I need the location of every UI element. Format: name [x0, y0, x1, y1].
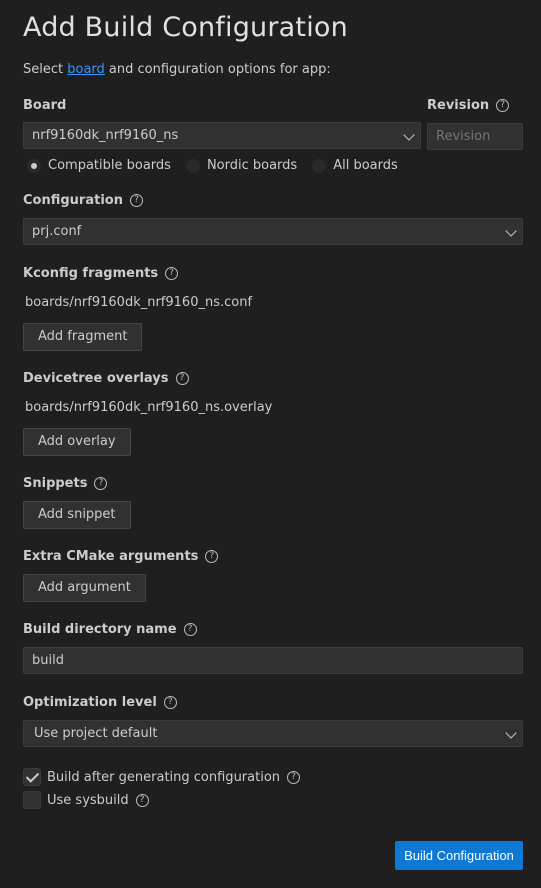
- devicetree-label-text: Devicetree overlays: [23, 371, 169, 386]
- cmake-args-label-text: Extra CMake arguments: [23, 549, 199, 564]
- radio-label: All boards: [333, 158, 398, 173]
- devicetree-label: Devicetree overlays ?: [23, 371, 189, 386]
- page-title: Add Build Configuration: [23, 12, 348, 43]
- kconfig-fragment-item: boards/nrf9160dk_nrf9160_ns.conf: [25, 295, 253, 310]
- radio-button-selected[interactable]: [27, 158, 41, 173]
- snippets-label-text: Snippets: [23, 476, 88, 491]
- build-dir-label: Build directory name ?: [23, 622, 197, 637]
- build-dir-input[interactable]: build: [23, 647, 523, 674]
- board-filter-radio-group: Compatible boards Nordic boards All boar…: [27, 158, 398, 173]
- radio-nordic-boards[interactable]: Nordic boards: [185, 158, 298, 173]
- revision-input[interactable]: [427, 123, 523, 150]
- kconfig-label-text: Kconfig fragments: [23, 266, 159, 281]
- question-circle-icon[interactable]: ?: [287, 770, 301, 784]
- radio-button[interactable]: [312, 158, 327, 173]
- board-label-text: Board: [23, 98, 67, 113]
- configuration-label: Configuration ?: [23, 193, 143, 208]
- question-circle-icon[interactable]: ?: [175, 372, 189, 385]
- radio-label: Compatible boards: [48, 158, 171, 173]
- devicetree-overlay-item: boards/nrf9160dk_nrf9160_ns.overlay: [25, 400, 273, 415]
- revision-label-text: Revision: [427, 98, 490, 113]
- question-circle-icon[interactable]: ?: [135, 793, 149, 807]
- radio-button[interactable]: [185, 158, 200, 173]
- subtitle-prefix: Select: [23, 62, 68, 77]
- board-select[interactable]: nrf9160dk_nrf9160_ns: [23, 122, 421, 149]
- question-circle-icon[interactable]: ?: [496, 99, 510, 112]
- build-dir-label-text: Build directory name: [23, 622, 177, 637]
- board-select-value: nrf9160dk_nrf9160_ns: [32, 128, 179, 143]
- build-after-label-text: Build after generating configuration: [47, 769, 281, 785]
- board-label: Board: [23, 98, 66, 113]
- revision-label: Revision ?: [427, 98, 510, 113]
- cmake-args-label: Extra CMake arguments ?: [23, 549, 219, 564]
- radio-compatible-boards[interactable]: Compatible boards: [27, 158, 171, 173]
- configuration-label-text: Configuration: [23, 193, 123, 208]
- question-circle-icon[interactable]: ?: [183, 623, 197, 636]
- chevron-down-icon: [403, 129, 415, 141]
- optimization-select[interactable]: Use project default: [23, 720, 523, 747]
- configuration-select[interactable]: prj.conf: [23, 218, 523, 245]
- configuration-select-value: prj.conf: [32, 224, 82, 239]
- question-circle-icon[interactable]: ?: [163, 696, 177, 709]
- build-after-option[interactable]: Build after generating configuration ?: [23, 768, 301, 786]
- checkmark-icon[interactable]: [23, 768, 41, 786]
- build-configuration-button[interactable]: Build Configuration: [395, 841, 523, 870]
- page-subtitle: Select board and configuration options f…: [23, 62, 331, 77]
- add-snippet-button[interactable]: Add snippet: [23, 501, 131, 529]
- question-circle-icon[interactable]: ?: [94, 477, 108, 490]
- radio-label: Nordic boards: [206, 158, 298, 173]
- sysbuild-option[interactable]: Use sysbuild ?: [23, 791, 149, 809]
- sysbuild-label-text: Use sysbuild: [47, 792, 129, 808]
- add-fragment-button[interactable]: Add fragment: [23, 323, 143, 351]
- sysbuild-label: Use sysbuild ?: [47, 793, 149, 808]
- chevron-down-icon: [505, 727, 517, 739]
- question-circle-icon[interactable]: ?: [129, 194, 143, 207]
- optimization-label-text: Optimization level: [23, 695, 157, 710]
- kconfig-label: Kconfig fragments ?: [23, 266, 179, 281]
- question-circle-icon[interactable]: ?: [165, 267, 179, 280]
- sysbuild-checkbox[interactable]: [23, 791, 41, 809]
- radio-all-boards[interactable]: All boards: [312, 158, 398, 173]
- add-overlay-button[interactable]: Add overlay: [23, 428, 131, 456]
- build-after-label: Build after generating configuration ?: [47, 769, 301, 785]
- subtitle-suffix: and configuration options for app:: [104, 62, 331, 77]
- chevron-down-icon: [505, 225, 517, 237]
- optimization-label: Optimization level ?: [23, 695, 177, 710]
- optimization-select-value: Use project default: [34, 726, 158, 741]
- question-circle-icon[interactable]: ?: [205, 550, 219, 563]
- board-link[interactable]: board: [67, 62, 105, 77]
- snippets-label: Snippets ?: [23, 476, 108, 491]
- add-argument-button[interactable]: Add argument: [23, 574, 146, 602]
